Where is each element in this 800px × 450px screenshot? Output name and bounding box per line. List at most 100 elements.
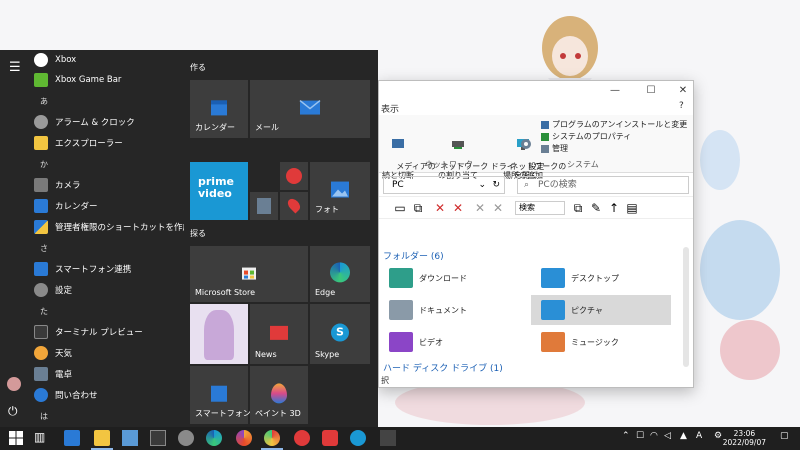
delete-icon[interactable]: ✕: [433, 201, 447, 215]
help-icon[interactable]: ?: [679, 101, 684, 111]
download-folder-icon: [389, 268, 413, 288]
firefox-taskbar-icon[interactable]: [236, 430, 252, 446]
copy-window-icon[interactable]: ⧉: [411, 201, 425, 215]
tab-view[interactable]: 表示: [381, 102, 399, 115]
tray-app-icon[interactable]: ☐: [636, 431, 644, 441]
media-player-taskbar-icon[interactable]: [294, 430, 310, 446]
tile-calendar[interactable]: カレンダー: [190, 80, 248, 138]
maximize-icon[interactable]: ☐: [645, 85, 657, 97]
app-admin-shortcut[interactable]: 管理者権限のショートカットを作成するノ: [34, 217, 184, 237]
pin-icon[interactable]: ✎: [589, 201, 603, 215]
folder-videos[interactable]: ビデオ: [379, 327, 519, 357]
refresh-icon[interactable]: ↻: [492, 177, 500, 193]
tile-live-image[interactable]: [190, 304, 248, 364]
wifi-icon[interactable]: ◠: [650, 431, 658, 441]
ime-icon[interactable]: A: [696, 431, 702, 441]
youtube-taskbar-icon[interactable]: [322, 430, 338, 446]
letter-header[interactable]: た: [40, 306, 48, 317]
tile-news[interactable]: News: [250, 304, 308, 364]
pane-icon[interactable]: ▭: [393, 201, 407, 215]
address-bar[interactable]: PC ⌄ ↻: [383, 176, 505, 194]
app-terminal[interactable]: ターミナル プレビュー: [34, 322, 184, 342]
power-icon[interactable]: ⏻: [8, 404, 18, 419]
app-label: 電卓: [55, 370, 73, 380]
app-file-explorer[interactable]: エクスプローラー: [34, 133, 184, 153]
folder-label: デスクトップ: [571, 273, 619, 283]
folder-documents[interactable]: ドキュメント: [379, 295, 519, 325]
delete-folder-icon[interactable]: ✕: [451, 201, 465, 215]
settings-taskbar-icon[interactable]: [178, 430, 194, 446]
tile-calculator[interactable]: [250, 192, 278, 220]
properties-icon[interactable]: ▤: [625, 201, 639, 215]
letter-header[interactable]: あ: [40, 96, 48, 107]
settings-gear-icon: [34, 283, 48, 297]
weather-icon: [34, 346, 48, 360]
app-settings[interactable]: 設定: [34, 280, 184, 300]
tile-phone-link[interactable]: スマートフォン連携: [190, 366, 267, 424]
tile-media-player[interactable]: [280, 162, 308, 190]
copy-icon[interactable]: ⧉: [571, 201, 585, 215]
letter-header[interactable]: か: [40, 159, 48, 170]
app-xbox[interactable]: Xbox: [34, 50, 184, 70]
letter-header[interactable]: さ: [40, 243, 48, 254]
tile-microsoft-store[interactable]: Microsoft Store: [190, 246, 308, 302]
notification-icon[interactable]: ▢: [780, 431, 789, 441]
app-alarm-clock[interactable]: アラーム & クロック: [34, 112, 184, 132]
file-explorer-taskbar-icon[interactable]: [94, 430, 110, 446]
app-calculator[interactable]: 電卓: [34, 364, 184, 384]
photos-taskbar-icon[interactable]: [122, 430, 138, 446]
tile-paint-3d[interactable]: ペイント 3D: [250, 366, 308, 424]
tile-maps[interactable]: [280, 192, 308, 220]
vertical-scrollbar[interactable]: [683, 247, 689, 367]
chevron-up-icon[interactable]: ⌃: [622, 431, 630, 441]
toolbar-search[interactable]: 検索: [515, 201, 565, 215]
folder-downloads[interactable]: ダウンロード: [379, 263, 519, 293]
remove-icon[interactable]: ✕: [491, 201, 505, 215]
drives-header[interactable]: ハード ディスク ドライブ (1): [383, 361, 503, 374]
folders-header[interactable]: フォルダー (6): [383, 249, 444, 262]
folder-desktop[interactable]: デスクトップ: [531, 263, 671, 293]
task-view-icon[interactable]: ▥: [34, 430, 50, 446]
windows-start-icon[interactable]: [8, 430, 24, 446]
tile-label: ペイント 3D: [255, 409, 301, 418]
system-properties-link[interactable]: システムのプロパティ: [541, 131, 631, 142]
folder-music[interactable]: ミュージック: [531, 327, 671, 357]
chrome-taskbar-icon[interactable]: [264, 430, 280, 446]
ribbon: メディアの 続と切断 ネットワーク ドライ の割り当て ネットワークの 場所の追…: [379, 115, 693, 180]
explorer-titlebar: — ☐ ✕: [379, 81, 693, 101]
taskbar-clock[interactable]: 23:06 2022/09/07: [723, 429, 766, 447]
up-arrow-icon[interactable]: ↑: [607, 201, 621, 215]
terminal-taskbar-icon[interactable]: [150, 430, 166, 446]
minimize-icon[interactable]: —: [609, 85, 621, 97]
twitter-taskbar-icon[interactable]: [350, 430, 366, 446]
tile-edge[interactable]: Edge: [310, 246, 370, 302]
folder-pictures[interactable]: ピクチャ: [531, 295, 671, 325]
chevron-down-icon[interactable]: ⌄: [478, 177, 486, 193]
store-taskbar-icon[interactable]: [64, 430, 80, 446]
app-phone-link[interactable]: スマートフォン連携: [34, 259, 184, 279]
app-get-help[interactable]: 問い合わせ: [34, 385, 184, 405]
uninstall-link[interactable]: プログラムのアンインストールと変更: [541, 119, 687, 130]
app-camera[interactable]: カメラ: [34, 175, 184, 195]
letter-header[interactable]: は: [40, 411, 48, 422]
app-weather[interactable]: 天気: [34, 343, 184, 363]
cut-icon[interactable]: ✕: [473, 201, 487, 215]
edge-taskbar-icon[interactable]: [206, 430, 222, 446]
tile-group-explore[interactable]: 探る: [190, 228, 206, 239]
tile-photos[interactable]: フォト: [310, 162, 370, 220]
app-calendar[interactable]: カレンダー: [34, 196, 184, 216]
manage-link[interactable]: 管理: [541, 143, 568, 154]
tile-skype[interactable]: S Skype: [310, 304, 370, 364]
gear-icon[interactable]: ⚙: [714, 431, 722, 441]
tile-group-create[interactable]: 作る: [190, 62, 206, 73]
volume-icon[interactable]: ◁: [664, 431, 671, 441]
tile-mail[interactable]: メール: [250, 80, 370, 138]
close-icon[interactable]: ✕: [677, 85, 689, 97]
app-taskbar-icon[interactable]: [380, 430, 396, 446]
tile-prime-video[interactable]: prime video: [190, 162, 248, 220]
avatar[interactable]: [7, 377, 21, 391]
search-box[interactable]: ⌕ PCの検索: [517, 176, 689, 194]
adobe-icon[interactable]: ▲: [680, 431, 687, 441]
app-xbox-game-bar[interactable]: Xbox Game Bar: [34, 70, 184, 90]
hamburger-icon[interactable]: ☰: [9, 60, 21, 75]
